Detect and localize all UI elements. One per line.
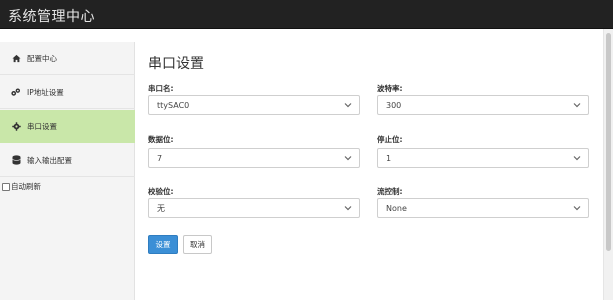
sidebar-item-label: IP地址设置 <box>27 87 64 97</box>
auto-refresh-label: 自动刷新 <box>11 182 41 191</box>
port-name-label: 串口名: <box>148 84 174 93</box>
stop-bits-select[interactable]: 1 <box>377 148 589 168</box>
sidebar-item-serial-settings[interactable]: 串口设置 <box>0 110 135 143</box>
chevron-down-icon <box>573 206 581 211</box>
vertical-scrollbar[interactable] <box>603 29 613 300</box>
chevron-down-icon <box>573 156 581 161</box>
main-panel: 串口设置 串口名: ttySAC0 波特率: 300 数据位: 7 停止位: 1… <box>136 42 603 300</box>
flow-control-select[interactable]: None <box>377 198 589 218</box>
home-icon <box>11 53 21 63</box>
sidebar-item-label: 配置中心 <box>27 53 57 63</box>
submit-button[interactable]: 设置 <box>148 235 178 254</box>
flow-control-value: None <box>386 203 407 213</box>
port-name-select[interactable]: ttySAC0 <box>148 95 360 115</box>
auto-refresh-toggle[interactable]: 自动刷新 <box>2 181 41 192</box>
network-icon <box>11 87 21 97</box>
baud-rate-label: 波特率: <box>377 84 403 93</box>
parity-select[interactable]: 无 <box>148 198 360 218</box>
flow-control-label: 流控制: <box>377 187 403 196</box>
sidebar-item-io-config[interactable]: 输入输出配置 <box>0 144 135 177</box>
data-bits-select[interactable]: 7 <box>148 148 360 168</box>
parity-value: 无 <box>157 203 165 213</box>
parity-label: 校验位: <box>148 187 174 196</box>
stop-bits-value: 1 <box>386 153 392 163</box>
sidebar: 配置中心 IP地址设置 串口设置 输入输出配置 <box>0 42 135 300</box>
sidebar-item-label: 串口设置 <box>27 121 57 131</box>
chevron-down-icon <box>344 206 352 211</box>
stop-bits-label: 停止位: <box>377 135 403 144</box>
auto-refresh-checkbox[interactable] <box>2 182 10 191</box>
port-name-value: ttySAC0 <box>157 100 190 110</box>
sidebar-item-ip-settings[interactable]: IP地址设置 <box>0 76 135 109</box>
baud-rate-value: 300 <box>386 100 402 110</box>
data-bits-value: 7 <box>157 153 163 163</box>
top-bar: 系统管理中心 <box>0 0 613 29</box>
gear-icon <box>11 121 21 131</box>
chevron-down-icon <box>344 103 352 108</box>
chevron-down-icon <box>344 156 352 161</box>
data-bits-label: 数据位: <box>148 135 174 144</box>
database-icon <box>11 155 21 165</box>
chevron-down-icon <box>573 103 581 108</box>
scrollbar-thumb[interactable] <box>606 33 611 251</box>
sidebar-item-label: 输入输出配置 <box>27 155 72 165</box>
baud-rate-select[interactable]: 300 <box>377 95 589 115</box>
app-title: 系统管理中心 <box>8 9 95 25</box>
page-title: 串口设置 <box>148 56 204 72</box>
cancel-button[interactable]: 取消 <box>183 235 212 254</box>
sidebar-item-config-center[interactable]: 配置中心 <box>0 42 135 75</box>
